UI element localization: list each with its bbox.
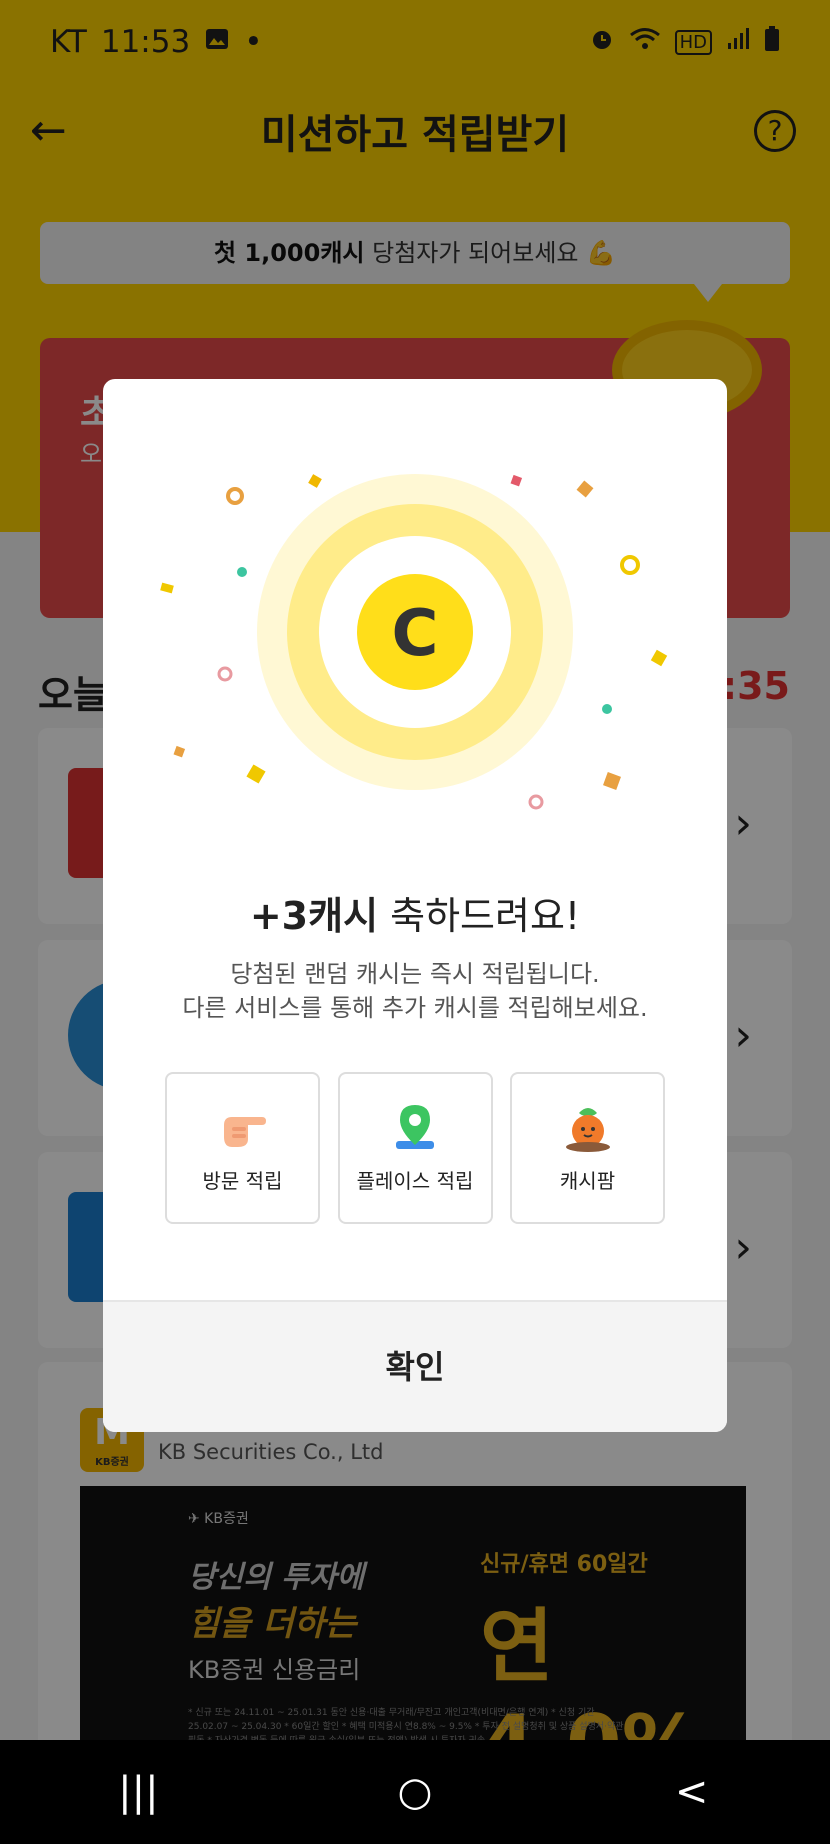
recent-apps-icon[interactable]: ||| [78,1769,198,1815]
dialog-description: 당첨된 랜덤 캐시는 즉시 적립됩니다. 다른 서비스를 통해 추가 캐시를 적… [103,957,727,1025]
description-line-1: 당첨된 랜덤 캐시는 즉시 적립됩니다. [230,960,600,988]
location-pin-icon [396,1104,434,1149]
option-label: 플레이스 적립 [356,1168,474,1193]
carrot-character-icon [565,1107,610,1152]
pointing-hand-icon [223,1116,266,1147]
confirm-button[interactable]: 확인 [103,1300,727,1432]
back-icon[interactable]: < [632,1769,752,1815]
coin-letter: C [392,597,439,671]
place-reward-button[interactable]: 플레이스 적립 [337,1072,493,1224]
visit-reward-button[interactable]: 방문 적립 [165,1072,320,1224]
reward-dialog: C +3캐시 축하드려요! 당첨된 랜덤 캐시는 즉시 적립됩니다. 다른 서비… [103,379,727,1432]
dialog-title-text: 축하드려요! [378,894,581,938]
option-label: 방문 적립 [202,1168,283,1193]
service-options: 방문 적립 플레이스 적립 캐시팜 [165,1072,665,1224]
cash-farm-button[interactable]: 캐시팜 [510,1072,665,1224]
dialog-title: +3캐시 축하드려요! [103,885,727,940]
reward-amount: +3캐시 [249,894,379,938]
description-line-2: 다른 서비스를 통해 추가 캐시를 적립해보세요. [182,994,648,1022]
celebration-illustration: C [160,474,668,810]
home-icon[interactable]: ○ [355,1769,475,1815]
system-navigation-bar: ||| ○ < [0,1740,830,1844]
option-label: 캐시팜 [559,1168,616,1193]
